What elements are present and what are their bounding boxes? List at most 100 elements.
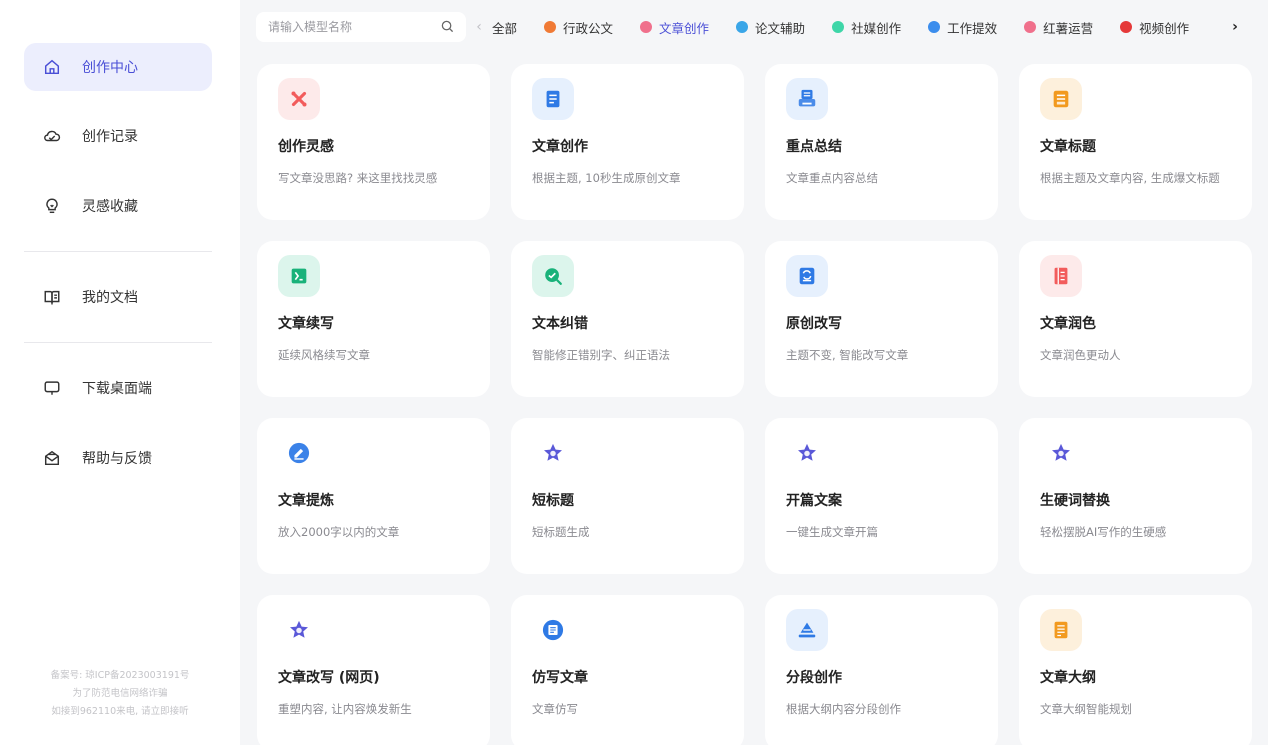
tool-card[interactable]: 文章改写 (网页) 重塑内容, 让内容焕发新生 <box>257 595 490 745</box>
tab-dot-icon <box>640 21 653 33</box>
tab-label: 论文辅助 <box>755 20 806 36</box>
card-title: 生硬词替换 <box>1040 493 1110 509</box>
sidebar-item-download-desktop[interactable]: 下载桌面端 <box>24 364 212 412</box>
tab-label: 红薯运营 <box>1043 20 1094 36</box>
title-doc-icon <box>1040 78 1082 120</box>
star-icon <box>532 432 574 474</box>
lightbulb-icon <box>42 196 62 216</box>
tab-dot-icon <box>832 21 845 33</box>
sidebar-item-inspiration-favorites[interactable]: 灵感收藏 <box>24 182 212 230</box>
sidebar-item-label: 下载桌面端 <box>82 381 152 397</box>
pyramid-icon <box>786 609 828 651</box>
card-description: 短标题生成 <box>532 525 590 539</box>
tool-card[interactable]: 文本纠错智能修正错别字、纠正语法 <box>511 241 744 397</box>
tab-dot-icon <box>544 21 557 33</box>
tab-item[interactable]: 工作提效 <box>928 12 997 42</box>
star-icon <box>786 432 828 474</box>
pen-circle-icon <box>278 432 320 474</box>
check-magnifier-icon <box>532 255 574 297</box>
star-icon <box>1040 432 1082 474</box>
card-description: 文章仿写 <box>532 702 578 716</box>
tool-card[interactable]: 生硬词替换 轻松摆脱AI写作的生硬感 <box>1019 418 1252 574</box>
footer-note: 备案号: 琼ICP备2023003191号 为了防范电信网络诈骗 如接到9621… <box>0 667 240 721</box>
polish-doc-icon <box>1040 255 1082 297</box>
tool-card[interactable]: 分段创作 根据大纲内容分段创作 <box>765 595 998 745</box>
mail-icon <box>42 448 62 468</box>
card-title: 文章润色 <box>1040 316 1096 332</box>
tool-card[interactable]: 文章续写 延续风格续写文章 <box>257 241 490 397</box>
tab-label: 行政公文 <box>563 20 614 36</box>
card-description: 写文章没思路? 来这里找找灵感 <box>278 171 438 185</box>
news-circle-icon <box>532 609 574 651</box>
tool-card[interactable]: 原创改写主题不变, 智能改写文章 <box>765 241 998 397</box>
footer-line: 为了防范电信网络诈骗 <box>72 688 168 699</box>
document-icon <box>532 78 574 120</box>
tab-item[interactable]: 文章创作 <box>640 12 709 42</box>
card-title: 文本纠错 <box>532 316 588 332</box>
spark-icon <box>278 78 320 120</box>
topbar: ‹ 全部 行政公文 文章创作 论文辅助 社媒创作 工作提效 红薯运营 视频创作 › <box>256 12 1252 42</box>
monitor-icon <box>42 378 62 398</box>
tab-dot-icon <box>928 21 941 33</box>
sidebar-item-label: 帮助与反馈 <box>82 451 152 467</box>
search-input[interactable] <box>268 20 428 34</box>
tool-card[interactable]: 文章润色 文章润色更动人 <box>1019 241 1252 397</box>
card-description: 放入2000字以内的文章 <box>278 525 400 539</box>
tab-item[interactable]: 社媒创作 <box>832 12 901 42</box>
tool-card-grid: 创作灵感 写文章没思路? 来这里找找灵感 文章创作 根据主题, 10秒生成原创文章 重点… <box>257 64 1252 745</box>
star-icon <box>278 609 320 651</box>
tab-item[interactable]: 红薯运营 <box>1024 12 1093 42</box>
card-description: 根据主题, 10秒生成原创文章 <box>532 171 681 185</box>
footer-line: 备案号: 琼ICP备2023003191号 <box>50 670 190 681</box>
card-title: 文章标题 <box>1040 139 1096 155</box>
card-title: 文章改写 (网页) <box>278 670 380 686</box>
sidebar-item-label: 创作记录 <box>82 129 138 145</box>
card-description: 智能修正错别字、纠正语法 <box>532 348 670 362</box>
sidebar-item-creation-history[interactable]: 创作记录 <box>24 112 212 160</box>
tab-label: 文章创作 <box>659 20 710 36</box>
printer-icon <box>786 78 828 120</box>
card-title: 仿写文章 <box>532 670 588 686</box>
tool-card[interactable]: 开篇文案 一键生成文章开篇 <box>765 418 998 574</box>
sidebar: 创作中心 创作记录 灵感收藏 我的文档 下载桌面端 帮助与反馈 备案号: 琼IC… <box>0 0 240 745</box>
card-description: 根据大纲内容分段创作 <box>786 702 901 716</box>
card-description: 主题不变, 智能改写文章 <box>786 348 909 362</box>
tool-card[interactable]: 短标题 短标题生成 <box>511 418 744 574</box>
tool-card[interactable]: 文章标题根据主题及文章内容, 生成爆文标题 <box>1019 64 1252 220</box>
tool-card[interactable]: 仿写文章 文章仿写 <box>511 595 744 745</box>
tab-item[interactable]: 全部 <box>492 12 517 42</box>
cloud-icon <box>42 126 62 146</box>
card-description: 根据主题及文章内容, 生成爆文标题 <box>1040 171 1220 185</box>
category-tabs: 全部 行政公文 文章创作 论文辅助 社媒创作 工作提效 红薯运营 视频创作 <box>492 12 1222 42</box>
tab-dot-icon <box>1024 21 1037 33</box>
sidebar-item-my-documents[interactable]: 我的文档 <box>24 273 212 321</box>
tool-card[interactable]: 创作灵感 写文章没思路? 来这里找找灵感 <box>257 64 490 220</box>
tabs-scroll-left-icon[interactable]: ‹ <box>466 19 492 35</box>
card-title: 重点总结 <box>786 139 842 155</box>
card-title: 文章提炼 <box>278 493 334 509</box>
tool-card[interactable]: 文章提炼放入2000字以内的文章 <box>257 418 490 574</box>
sidebar-divider <box>24 342 212 343</box>
tab-item[interactable]: 行政公文 <box>544 12 613 42</box>
card-title: 文章续写 <box>278 316 334 332</box>
tab-item[interactable]: 视频创作 <box>1120 12 1189 42</box>
card-title: 文章创作 <box>532 139 588 155</box>
search-icon[interactable] <box>441 20 454 33</box>
rewrite-doc-icon <box>786 255 828 297</box>
tab-label: 全部 <box>492 20 518 36</box>
card-title: 原创改写 <box>786 316 842 332</box>
card-description: 文章重点内容总结 <box>786 171 878 185</box>
tabs-scroll-right-icon[interactable]: › <box>1222 19 1248 35</box>
outline-doc-icon <box>1040 609 1082 651</box>
tool-card[interactable]: 文章大纲 文章大纲智能规划 <box>1019 595 1252 745</box>
tool-card[interactable]: 重点总结文章重点内容总结 <box>765 64 998 220</box>
sidebar-item-creation-center[interactable]: 创作中心 <box>24 43 212 91</box>
tab-label: 视频创作 <box>1139 20 1190 36</box>
book-icon <box>42 287 62 307</box>
sidebar-item-help-feedback[interactable]: 帮助与反馈 <box>24 434 212 482</box>
sidebar-item-label: 灵感收藏 <box>82 199 138 215</box>
tab-dot-icon <box>736 21 749 33</box>
tab-label: 社媒创作 <box>851 20 902 36</box>
tab-item[interactable]: 论文辅助 <box>736 12 805 42</box>
tool-card[interactable]: 文章创作根据主题, 10秒生成原创文章 <box>511 64 744 220</box>
